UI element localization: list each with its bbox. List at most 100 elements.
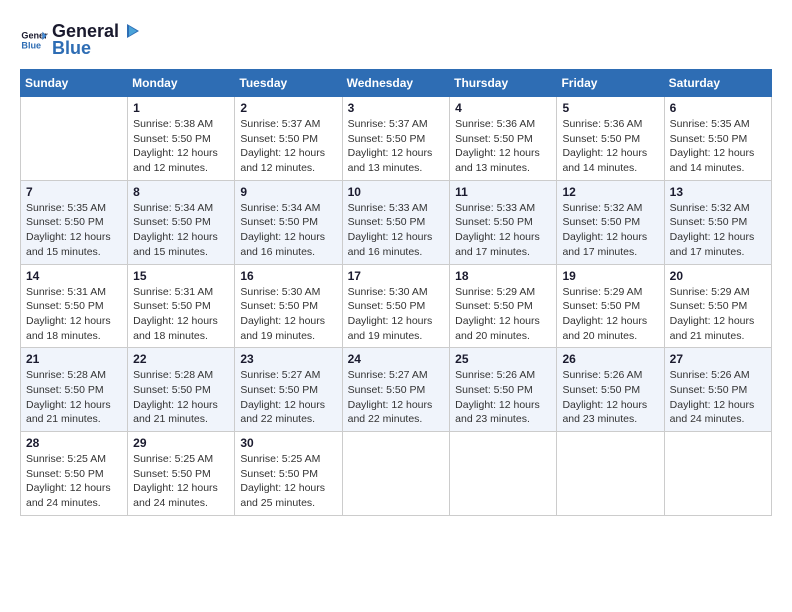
calendar-cell xyxy=(342,432,450,516)
day-number: 18 xyxy=(455,269,551,283)
day-info: Sunrise: 5:37 AMSunset: 5:50 PMDaylight:… xyxy=(240,117,336,176)
day-info: Sunrise: 5:26 AMSunset: 5:50 PMDaylight:… xyxy=(562,368,658,427)
day-info: Sunrise: 5:30 AMSunset: 5:50 PMDaylight:… xyxy=(348,285,445,344)
day-info: Sunrise: 5:32 AMSunset: 5:50 PMDaylight:… xyxy=(562,201,658,260)
calendar-cell: 15 Sunrise: 5:31 AMSunset: 5:50 PMDayligh… xyxy=(128,264,235,348)
calendar-cell: 30Sunrise: 5:25 AMSunset: 5:50 PMDayligh… xyxy=(235,432,342,516)
day-number: 16 xyxy=(240,269,336,283)
day-info: Sunrise: 5:26 AMSunset: 5:50 PMDaylight:… xyxy=(455,368,551,427)
calendar-cell: 9 Sunrise: 5:34 AMSunset: 5:50 PMDaylight… xyxy=(235,180,342,264)
calendar-week-row: 21 Sunrise: 5:28 AMSunset: 5:50 PMDayligh… xyxy=(21,348,772,432)
day-number: 13 xyxy=(670,185,766,199)
weekday-header-saturday: Saturday xyxy=(664,70,771,97)
day-number: 22 xyxy=(133,352,229,366)
day-number: 15 xyxy=(133,269,229,283)
day-info: Sunrise: 5:27 AMSunset: 5:50 PMDaylight:… xyxy=(348,368,445,427)
calendar-cell: 4 Sunrise: 5:36 AMSunset: 5:50 PMDaylight… xyxy=(450,97,557,181)
day-number: 10 xyxy=(348,185,445,199)
day-number: 21 xyxy=(26,352,122,366)
weekday-header-monday: Monday xyxy=(128,70,235,97)
calendar-cell: 8 Sunrise: 5:34 AMSunset: 5:50 PMDaylight… xyxy=(128,180,235,264)
logo-icon: General Blue xyxy=(20,26,48,54)
day-number: 27 xyxy=(670,352,766,366)
day-info: Sunrise: 5:38 AMSunset: 5:50 PMDaylight:… xyxy=(133,117,229,176)
day-number: 26 xyxy=(562,352,658,366)
calendar-cell: 16 Sunrise: 5:30 AMSunset: 5:50 PMDayligh… xyxy=(235,264,342,348)
day-number: 1 xyxy=(133,101,229,115)
day-number: 8 xyxy=(133,185,229,199)
calendar-cell: 21 Sunrise: 5:28 AMSunset: 5:50 PMDayligh… xyxy=(21,348,128,432)
day-info: Sunrise: 5:33 AMSunset: 5:50 PMDaylight:… xyxy=(455,201,551,260)
day-info: Sunrise: 5:25 AMSunset: 5:50 PMDaylight:… xyxy=(133,452,229,511)
calendar-cell: 20 Sunrise: 5:29 AMSunset: 5:50 PMDayligh… xyxy=(664,264,771,348)
calendar-cell: 18 Sunrise: 5:29 AMSunset: 5:50 PMDayligh… xyxy=(450,264,557,348)
header: General Blue General Blue xyxy=(20,20,772,59)
day-info: Sunrise: 5:34 AMSunset: 5:50 PMDaylight:… xyxy=(133,201,229,260)
calendar-cell: 5 Sunrise: 5:36 AMSunset: 5:50 PMDaylight… xyxy=(557,97,664,181)
day-info: Sunrise: 5:29 AMSunset: 5:50 PMDaylight:… xyxy=(670,285,766,344)
day-number: 12 xyxy=(562,185,658,199)
day-info: Sunrise: 5:31 AMSunset: 5:50 PMDaylight:… xyxy=(26,285,122,344)
day-number: 24 xyxy=(348,352,445,366)
calendar-cell: 28Sunrise: 5:25 AMSunset: 5:50 PMDayligh… xyxy=(21,432,128,516)
weekday-header-tuesday: Tuesday xyxy=(235,70,342,97)
calendar-cell xyxy=(21,97,128,181)
svg-text:Blue: Blue xyxy=(21,40,41,50)
calendar-cell: 14 Sunrise: 5:31 AMSunset: 5:50 PMDayligh… xyxy=(21,264,128,348)
day-number: 9 xyxy=(240,185,336,199)
day-info: Sunrise: 5:26 AMSunset: 5:50 PMDaylight:… xyxy=(670,368,766,427)
calendar-cell: 3Sunrise: 5:37 AMSunset: 5:50 PMDaylight… xyxy=(342,97,450,181)
calendar-cell: 12 Sunrise: 5:32 AMSunset: 5:50 PMDayligh… xyxy=(557,180,664,264)
day-info: Sunrise: 5:25 AMSunset: 5:50 PMDaylight:… xyxy=(26,452,122,511)
calendar-cell xyxy=(664,432,771,516)
day-number: 14 xyxy=(26,269,122,283)
weekday-header-row: SundayMondayTuesdayWednesdayThursdayFrid… xyxy=(21,70,772,97)
day-number: 17 xyxy=(348,269,445,283)
day-info: Sunrise: 5:29 AMSunset: 5:50 PMDaylight:… xyxy=(455,285,551,344)
calendar-cell: 24 Sunrise: 5:27 AMSunset: 5:50 PMDayligh… xyxy=(342,348,450,432)
calendar-cell: 25 Sunrise: 5:26 AMSunset: 5:50 PMDayligh… xyxy=(450,348,557,432)
day-info: Sunrise: 5:36 AMSunset: 5:50 PMDaylight:… xyxy=(455,117,551,176)
calendar-cell: 22 Sunrise: 5:28 AMSunset: 5:50 PMDayligh… xyxy=(128,348,235,432)
calendar-cell: 19Sunrise: 5:29 AMSunset: 5:50 PMDayligh… xyxy=(557,264,664,348)
weekday-header-friday: Friday xyxy=(557,70,664,97)
day-info: Sunrise: 5:33 AMSunset: 5:50 PMDaylight:… xyxy=(348,201,445,260)
day-number: 30 xyxy=(240,436,336,450)
day-number: 29 xyxy=(133,436,229,450)
day-info: Sunrise: 5:37 AMSunset: 5:50 PMDaylight:… xyxy=(348,117,445,176)
weekday-header-thursday: Thursday xyxy=(450,70,557,97)
day-number: 20 xyxy=(670,269,766,283)
calendar-cell: 7 Sunrise: 5:35 AMSunset: 5:50 PMDaylight… xyxy=(21,180,128,264)
day-info: Sunrise: 5:30 AMSunset: 5:50 PMDaylight:… xyxy=(240,285,336,344)
calendar-cell: 11Sunrise: 5:33 AMSunset: 5:50 PMDayligh… xyxy=(450,180,557,264)
day-number: 25 xyxy=(455,352,551,366)
day-info: Sunrise: 5:31 AMSunset: 5:50 PMDaylight:… xyxy=(133,285,229,344)
day-info: Sunrise: 5:28 AMSunset: 5:50 PMDaylight:… xyxy=(133,368,229,427)
calendar-cell xyxy=(557,432,664,516)
weekday-header-sunday: Sunday xyxy=(21,70,128,97)
day-number: 4 xyxy=(455,101,551,115)
day-number: 7 xyxy=(26,185,122,199)
day-info: Sunrise: 5:28 AMSunset: 5:50 PMDaylight:… xyxy=(26,368,122,427)
day-info: Sunrise: 5:34 AMSunset: 5:50 PMDaylight:… xyxy=(240,201,336,260)
calendar-week-row: 14 Sunrise: 5:31 AMSunset: 5:50 PMDayligh… xyxy=(21,264,772,348)
day-number: 2 xyxy=(240,101,336,115)
calendar-cell: 13 Sunrise: 5:32 AMSunset: 5:50 PMDayligh… xyxy=(664,180,771,264)
day-info: Sunrise: 5:32 AMSunset: 5:50 PMDaylight:… xyxy=(670,201,766,260)
page-container: General Blue General Blue xyxy=(20,20,772,516)
logo-arrow-icon xyxy=(121,20,143,42)
day-info: Sunrise: 5:36 AMSunset: 5:50 PMDaylight:… xyxy=(562,117,658,176)
logo: General Blue General Blue xyxy=(20,20,143,59)
day-info: Sunrise: 5:27 AMSunset: 5:50 PMDaylight:… xyxy=(240,368,336,427)
calendar-cell xyxy=(450,432,557,516)
day-info: Sunrise: 5:35 AMSunset: 5:50 PMDaylight:… xyxy=(26,201,122,260)
weekday-header-wednesday: Wednesday xyxy=(342,70,450,97)
calendar-cell: 17 Sunrise: 5:30 AMSunset: 5:50 PMDayligh… xyxy=(342,264,450,348)
calendar-week-row: 7 Sunrise: 5:35 AMSunset: 5:50 PMDaylight… xyxy=(21,180,772,264)
day-info: Sunrise: 5:35 AMSunset: 5:50 PMDaylight:… xyxy=(670,117,766,176)
calendar-cell: 6Sunrise: 5:35 AMSunset: 5:50 PMDaylight… xyxy=(664,97,771,181)
day-number: 19 xyxy=(562,269,658,283)
calendar-cell: 27 Sunrise: 5:26 AMSunset: 5:50 PMDayligh… xyxy=(664,348,771,432)
calendar-cell: 1 Sunrise: 5:38 AMSunset: 5:50 PMDaylight… xyxy=(128,97,235,181)
day-number: 5 xyxy=(562,101,658,115)
